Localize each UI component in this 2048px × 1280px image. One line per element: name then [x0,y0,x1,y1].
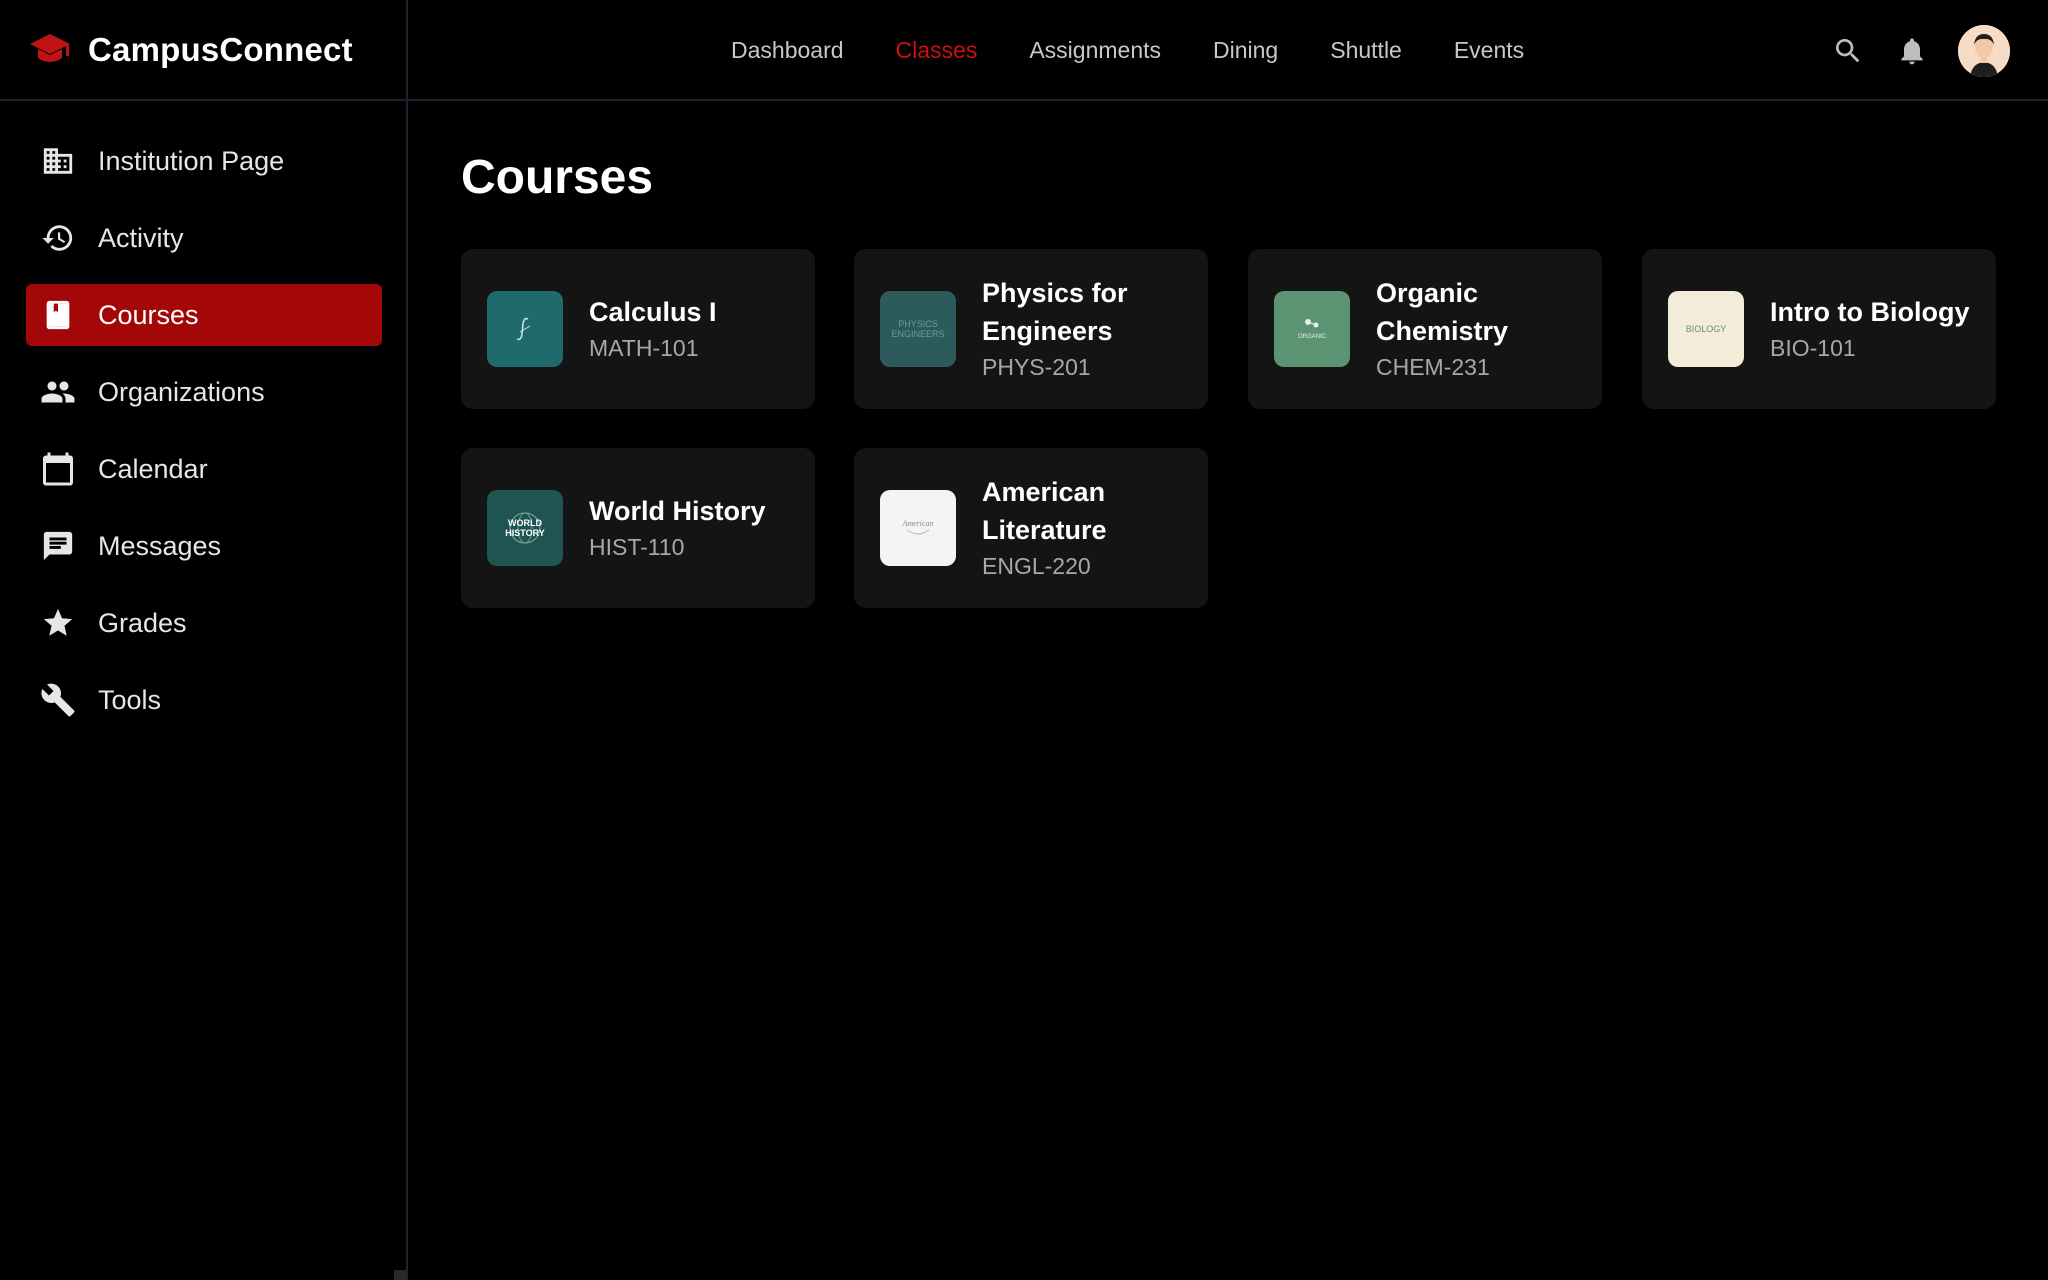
course-code: CHEM-231 [1376,354,1490,380]
sidebar-item-grades[interactable]: Grades [26,592,382,654]
sidebar-nav: Institution Page Activity Courses Organi… [26,130,382,746]
sidebar-item-messages[interactable]: Messages [26,515,382,577]
thumbnail-text: PHYSICS ENGINEERS [891,319,945,339]
thumbnail-text: American [902,519,934,528]
course-card-literature[interactable]: American American Literature ENGL-220 [854,448,1208,608]
people-icon [40,374,76,410]
laurel-icon [906,529,930,535]
course-card-biology[interactable]: BIOLOGY Intro to Biology BIO-101 [1642,249,1996,409]
top-nav: Dashboard Classes Assignments Dining Shu… [731,0,1576,101]
thumbnail-text: WORLD HISTORY [505,518,545,538]
topnav-dashboard[interactable]: Dashboard [731,37,844,64]
sidebar-item-label: Grades [98,607,187,638]
molecule-icon [1304,319,1319,328]
message-icon [40,528,76,564]
sidebar-item-label: Activity [98,222,184,253]
sidebar-item-label: Messages [98,530,222,561]
topnav-classes[interactable]: Classes [896,37,978,64]
sidebar-item-label: Tools [98,684,162,715]
page-title: Courses [461,151,654,204]
course-code: HIST-110 [589,534,685,560]
course-title: World History [589,496,766,526]
course-title: Physics for Engineers [982,278,1128,346]
course-card-history[interactable]: WORLD HISTORY World History HIST-110 [461,448,815,608]
history-icon [40,220,76,256]
course-thumbnail [487,291,563,367]
integral-icon [516,317,531,341]
course-title: Intro to Biology [1770,297,1970,327]
course-code: MATH-101 [589,335,699,361]
course-thumbnail: PHYSICS ENGINEERS [880,291,956,367]
sidebar-item-label: Organizations [98,376,265,407]
topnav-dining[interactable]: Dining [1213,37,1278,64]
course-card-physics[interactable]: PHYSICS ENGINEERS Physics for Engineers … [854,249,1208,409]
sidebar-item-institution-page[interactable]: Institution Page [26,130,382,192]
course-code: BIO-101 [1770,335,1856,361]
avatar[interactable] [1958,24,2010,77]
book-icon [40,297,76,333]
app-name: CampusConnect [88,30,353,68]
course-thumbnail: ORGANIC [1274,291,1350,367]
sidebar-item-label: Calendar [98,453,208,484]
wrench-icon [40,682,76,718]
sidebar-item-label: Courses [98,299,199,330]
sidebar-item-courses[interactable]: Courses [26,284,382,346]
sidebar-item-organizations[interactable]: Organizations [26,361,382,423]
bell-icon[interactable] [1894,33,1930,69]
graduation-cap-icon [28,30,72,70]
scrollbar-handle[interactable] [394,1270,406,1280]
calendar-icon [40,451,76,487]
course-thumbnail: WORLD HISTORY [487,490,563,566]
sidebar-item-label: Institution Page [98,145,285,176]
top-actions [1830,0,2010,101]
sidebar: CampusConnect Institution Page Activity … [0,0,408,1280]
sidebar-item-calendar[interactable]: Calendar [26,438,382,500]
topnav-shuttle[interactable]: Shuttle [1330,37,1402,64]
search-icon[interactable] [1830,33,1866,69]
sidebar-item-activity[interactable]: Activity [26,207,382,269]
brand[interactable]: CampusConnect [0,0,406,101]
sidebar-item-tools[interactable]: Tools [26,669,382,731]
course-code: ENGL-220 [982,553,1091,579]
course-title: American Literature [982,477,1107,545]
course-code: PHYS-201 [982,354,1091,380]
course-title: Organic Chemistry [1376,278,1509,346]
thumbnail-text: ORGANIC [1297,334,1326,340]
thumbnail-text: BIOLOGY [1685,324,1727,334]
course-card-chemistry[interactable]: ORGANIC Organic Chemistry CHEM-231 [1248,249,1602,409]
star-icon [40,605,76,641]
topnav-assignments[interactable]: Assignments [1029,37,1161,64]
course-thumbnail: American [880,490,956,566]
course-card-calculus[interactable]: Calculus I MATH-101 [461,249,815,409]
course-thumbnail: BIOLOGY [1668,291,1744,367]
course-title: Calculus I [589,297,717,327]
building-icon [40,143,76,179]
topnav-events[interactable]: Events [1454,37,1524,64]
top-bar: Dashboard Classes Assignments Dining Shu… [408,0,2048,101]
